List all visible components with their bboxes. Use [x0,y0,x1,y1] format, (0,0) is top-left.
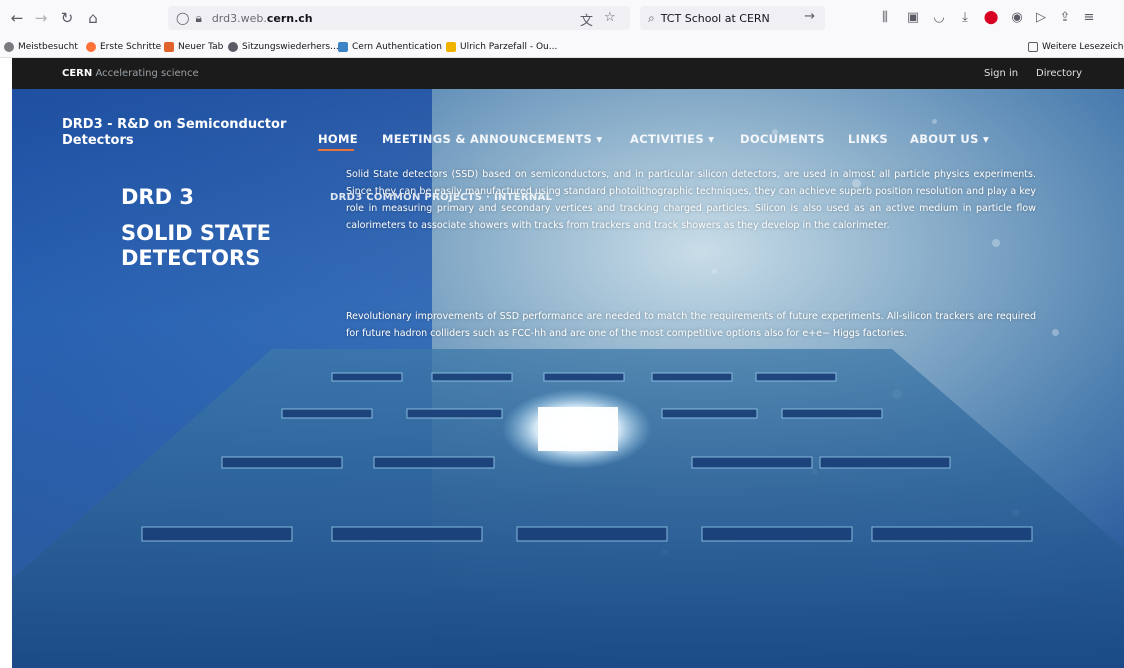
bookmark-cern-authentication[interactable]: Cern Authentication [338,40,442,54]
hero-heading-drd3: DRD 3 [121,185,194,209]
extension-icon[interactable]: ▷ [1032,8,1050,26]
chevron-down-icon: ▾ [708,132,715,146]
bookmark-icon [446,42,456,52]
bokeh-speck [932,119,937,124]
globe-icon [228,42,238,52]
download-icon[interactable]: ⤓ [956,8,974,26]
library-icon[interactable]: ⫼ [876,8,894,26]
back-arrow-icon[interactable]: ← [6,7,28,29]
firefox-icon [86,42,96,52]
browser-toolbar: ← → ↻ ⌂ ◯ 🔒︎ drd3.web.cern.ch 文 ☆ ⌕ TCT … [0,0,1124,36]
pocket-icon[interactable]: ◡ [930,8,948,26]
nav-links[interactable]: LINKS [848,132,888,146]
bokeh-speck [712,269,717,274]
bokeh-speck [992,239,1000,247]
bookmark-getting-started[interactable]: Erste Schritte [86,40,161,54]
intro-paragraph-1: Solid State detectors (SSD) based on sem… [346,169,1036,231]
bookmark-ulrich-parzefall[interactable]: Ulrich Parzefall - Ou... [446,40,557,54]
bookmark-session-restore[interactable]: Sitzungswiederhers... [228,40,339,54]
reader-view-icon[interactable]: ▣ [904,8,922,26]
reload-icon[interactable]: ↻ [56,7,78,29]
nav-home[interactable]: HOME [318,132,358,146]
cern-top-bar: CERN Accelerating science Sign in Direct… [12,58,1124,89]
hero-heading-solid-state: SOLID STATE DETECTORS [121,221,272,270]
nav-meetings-announcements[interactable]: MEETINGS & ANNOUNCEMENTS ▾ [382,132,603,146]
bookmark-star-icon[interactable]: ☆ [604,10,616,25]
share-icon[interactable]: ⇪ [1056,8,1074,26]
search-query: TCT School at CERN [660,11,770,25]
url-text: drd3.web.cern.ch [211,11,313,25]
site-name-link[interactable]: DRD3 - R&D on Semiconductor Detectors [62,117,302,149]
search-icon: ⌕ [648,10,655,25]
silicon-pixel-platform-graphic [12,349,1124,668]
address-bar[interactable]: ◯ 🔒︎ drd3.web.cern.ch 文 ☆ [168,6,630,30]
overflow-menu-icon[interactable]: ≡ [1080,8,1098,26]
gear-icon [4,42,14,52]
bookmark-other-bookmarks[interactable]: Weitere Lesezeichen [1028,40,1124,54]
nav-active-underline [318,149,354,151]
nav-about-us[interactable]: ABOUT US ▾ [910,132,989,146]
bookmark-icon [164,42,174,52]
nav-documents[interactable]: DOCUMENTS [740,132,825,146]
bookmark-new-tab[interactable]: Neuer Tab [164,40,223,54]
folder-icon [1028,42,1038,52]
search-go-arrow-icon[interactable]: → [804,9,815,24]
chevron-down-icon: ▾ [596,132,603,146]
forward-arrow-icon[interactable]: → [30,7,52,29]
bookmark-icon [338,42,348,52]
directory-link[interactable]: Directory [1036,68,1082,79]
bookmarks-toolbar: Meistbesucht Erste Schritte Neuer Tab Si… [0,36,1124,58]
sign-in-link[interactable]: Sign in [984,68,1018,79]
search-bar[interactable]: ⌕ TCT School at CERN → [640,6,825,30]
cern-brand-link[interactable]: CERN Accelerating science [62,68,199,79]
translate-icon[interactable]: 文 [580,10,593,29]
hero-banner: DRD3 - R&D on Semiconductor Detectors HO… [12,89,1124,668]
bookmark-most-visited[interactable]: Meistbesucht [4,40,78,54]
ublock-icon[interactable]: ⬤ [982,8,1000,26]
intro-paragraph-2: Revolutionary improvements of SSD perfor… [346,311,1036,339]
shield-icon[interactable]: ◯ [176,11,189,25]
highlighted-pixel [538,407,618,451]
home-icon[interactable]: ⌂ [82,7,104,29]
chevron-down-icon: ▾ [982,132,990,146]
account-icon[interactable]: ◉ [1008,8,1026,26]
website-viewport: CERN Accelerating science Sign in Direct… [12,58,1124,668]
bokeh-speck [1052,329,1059,336]
nav-activities[interactable]: ACTIVITIES ▾ [630,132,714,146]
lock-icon[interactable]: 🔒︎ [195,11,201,26]
